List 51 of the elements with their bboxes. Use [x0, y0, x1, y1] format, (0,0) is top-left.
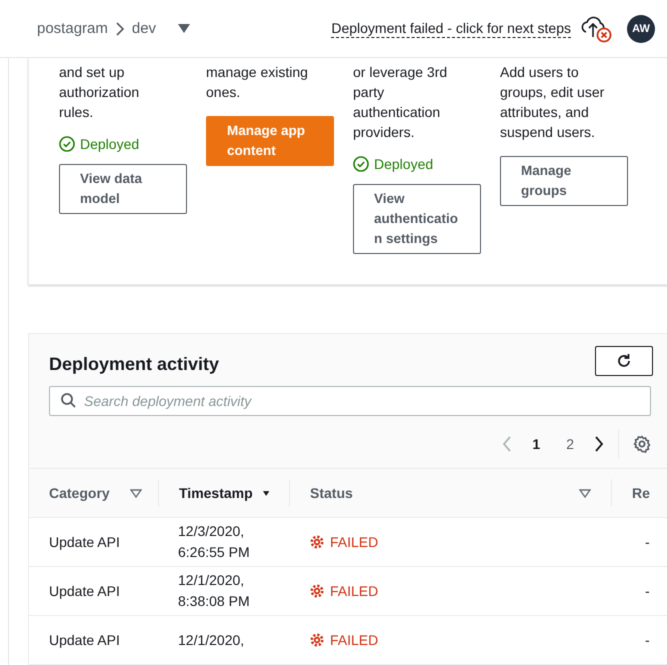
action-button[interactable]: Manage groups: [500, 156, 628, 206]
timestamp-line: 8:38:08 PM: [178, 592, 250, 611]
feature-description: and set up authorization rules.: [59, 63, 140, 122]
error-gear-icon: [309, 632, 325, 648]
breadcrumb-link[interactable]: dev: [132, 20, 156, 37]
page-number[interactable]: 1: [526, 436, 546, 452]
check-circle-icon: [353, 156, 369, 172]
status-text: FAILED: [330, 583, 378, 599]
timestamp-line: 12/1/2020,: [178, 571, 244, 590]
column-header[interactable]: Re: [632, 485, 650, 501]
error-gear-icon: [309, 534, 325, 550]
status-text: Deployed: [80, 136, 140, 152]
settings-icon[interactable]: [633, 435, 651, 453]
action-button[interactable]: View authentication settings: [353, 184, 481, 254]
cloud-upload-error-icon[interactable]: [579, 14, 613, 42]
action-button[interactable]: View data model: [59, 164, 187, 214]
refresh-icon: [616, 353, 632, 369]
column-header[interactable]: Category: [49, 485, 110, 501]
error-gear-icon: [309, 583, 325, 599]
dropdown-caret-icon[interactable]: [178, 24, 190, 33]
panel-title: Deployment activity: [49, 354, 220, 374]
sort-descending-icon[interactable]: [262, 488, 269, 498]
timestamp-line: 6:26:55 PM: [178, 543, 250, 562]
chevron-right-icon: [116, 22, 124, 36]
table-cell: -: [645, 534, 650, 550]
feature-description: manage existing ones.: [206, 63, 309, 102]
page-number[interactable]: 2: [560, 436, 580, 452]
timestamp-line: 12/3/2020,: [178, 522, 244, 541]
check-circle-icon: [59, 136, 75, 152]
sort-icon[interactable]: [130, 488, 142, 498]
status-text: FAILED: [330, 632, 378, 648]
table-cell: Update API: [49, 632, 120, 648]
refresh-button[interactable]: [595, 346, 653, 376]
search-field[interactable]: Search deployment activity: [49, 386, 651, 416]
status-text: FAILED: [330, 534, 378, 550]
sort-icon[interactable]: [579, 488, 591, 498]
status-text: Deployed: [374, 156, 434, 172]
timestamp-line: 12/1/2020,: [178, 630, 244, 650]
table-cell: Update API: [49, 534, 120, 550]
table-cell: -: [645, 583, 650, 599]
deployment-failed-link[interactable]: Deployment failed - click for next steps: [331, 19, 571, 38]
next-page-icon[interactable]: [594, 436, 604, 452]
table-cell: -: [645, 632, 650, 648]
user-avatar[interactable]: AW: [627, 14, 655, 42]
column-header[interactable]: Timestamp: [179, 485, 253, 501]
feature-description: Add users to groups, edit user attributes, and suspend users.: [500, 63, 606, 142]
feature-description: or leverage 3rd party authentication providers.: [353, 63, 448, 142]
table-cell: Update API: [49, 583, 120, 599]
search-icon: [61, 393, 76, 408]
column-header[interactable]: Status: [310, 485, 353, 501]
breadcrumb-link[interactable]: postagram: [37, 20, 108, 37]
